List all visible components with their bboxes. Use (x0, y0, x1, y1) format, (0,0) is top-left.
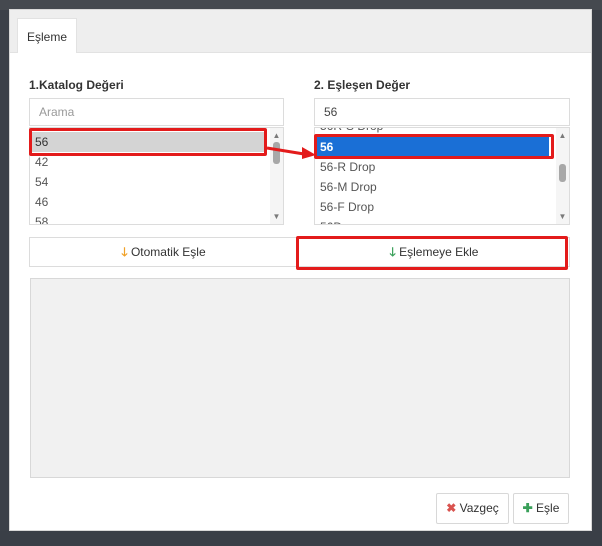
matched-list-item[interactable]: 56-R Drop (315, 157, 555, 177)
auto-match-label: Otomatik Eşle (130, 245, 206, 259)
catalog-list-item[interactable]: 58 (30, 212, 270, 224)
scroll-up-icon[interactable]: ▲ (272, 131, 281, 140)
catalog-list-item[interactable]: 54 (30, 172, 270, 192)
matched-search-input[interactable] (314, 98, 570, 126)
auto-match-button[interactable]: 🡓 Otomatik Eşle (29, 237, 298, 267)
scroll-down-icon[interactable]: ▼ (272, 212, 281, 221)
scroll-down-icon[interactable]: ▼ (558, 212, 567, 221)
cancel-button[interactable]: ✖ Vazgeç (436, 493, 509, 524)
matched-list-item[interactable]: 56D (315, 217, 555, 224)
cancel-label: Vazgeç (459, 501, 499, 515)
catalog-list-item[interactable]: 46 (30, 192, 270, 212)
mapping-dialog: Eşleme 1.Katalog Değeri 56 42 54 46 58 ▲… (9, 9, 592, 531)
match-label: Eşle (536, 501, 560, 515)
plus-icon: ✚ (522, 501, 533, 515)
match-button[interactable]: ✚ Eşle (513, 493, 569, 524)
scroll-thumb[interactable] (559, 164, 566, 182)
annotation-highlight-source (29, 128, 267, 156)
matched-list-item[interactable]: 56-M Drop (315, 177, 555, 197)
close-icon: ✖ (446, 501, 457, 515)
arrow-down-icon: 🡓 (121, 245, 128, 259)
catalog-search-input[interactable] (29, 98, 284, 126)
annotation-highlight-target (314, 134, 554, 159)
mapping-result-area (30, 278, 570, 478)
annotation-highlight-button (296, 236, 568, 270)
matched-value-label: 2. Eşleşen Değer (314, 78, 411, 92)
matched-list-scrollbar[interactable]: ▲ ▼ (556, 128, 569, 224)
matched-list-item[interactable]: 56-F Drop (315, 197, 555, 217)
backdrop-bottom (0, 531, 602, 546)
tab-esleme[interactable]: Eşleme (17, 18, 77, 53)
scroll-up-icon[interactable]: ▲ (558, 131, 567, 140)
tab-bar: Eşleme (10, 10, 591, 53)
catalog-value-label: 1.Katalog Değeri (29, 78, 124, 92)
annotation-arrow-icon (266, 146, 316, 159)
